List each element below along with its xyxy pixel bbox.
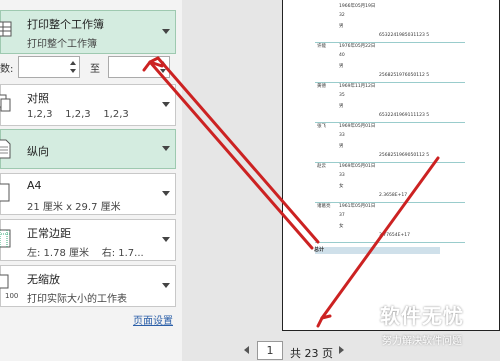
table-row: 32 [283, 13, 499, 23]
next-page-icon[interactable] [339, 346, 344, 354]
table-row: 男 [283, 23, 499, 33]
table-row: 男 [283, 63, 499, 73]
table-row: 33 [283, 133, 499, 143]
row-value-cell: 1969年05月01日 [339, 124, 376, 129]
watermark-title: 软件无忧 [380, 304, 464, 328]
table-row: 男 [283, 143, 499, 153]
paper-title: A4 [27, 179, 42, 192]
page-setup-link[interactable]: 页面设置 [133, 312, 173, 327]
table-row: 女 [283, 183, 499, 193]
row-id-cell: 6532241969111123 5 [379, 113, 430, 118]
row-value-cell: 男 [339, 144, 344, 149]
print-preview-page: 1966年05月19日 32 男 6532241985031123 5 许能 1976年0… [282, 0, 500, 331]
collate-subtitle: 1,2,3 1,2,3 1,2,3 [27, 109, 129, 120]
row-name-cell: 黄德 [317, 84, 326, 89]
row-value-cell: 女 [339, 224, 344, 229]
chevron-down-icon [162, 102, 170, 107]
chevron-down-icon [162, 237, 170, 242]
spin-down-icon[interactable] [160, 69, 166, 73]
row-separator [315, 242, 465, 243]
pages-from-label: 数: [0, 64, 14, 75]
row-name-cell: 张飞 [317, 124, 326, 129]
table-row: 张飞 1969年05月01日 [283, 123, 499, 133]
table-row: 赵云 1969年05月01日 [283, 163, 499, 173]
table-row: 男 [283, 103, 499, 113]
current-page-input[interactable]: 1 [257, 341, 283, 360]
row-value-cell: 男 [339, 24, 344, 29]
workbook-icon [0, 21, 12, 37]
portrait-page-icon [0, 139, 11, 159]
row-value-cell: 37 [339, 213, 345, 218]
row-value-cell: 1969年05月01日 [339, 164, 376, 169]
table-row: 33 [283, 173, 499, 183]
pages-from-input[interactable] [18, 56, 80, 78]
chevron-down-icon [162, 191, 170, 196]
print-what-dropdown[interactable]: 打印整个工作簿 打印整个工作簿 [0, 10, 176, 54]
scaling-title: 无缩放 [27, 273, 60, 286]
table-row: 黄德 1969年11月12日 [283, 83, 499, 93]
prev-page-icon[interactable] [244, 346, 249, 354]
margins-subtitle: 左: 1.78 厘米 右: 1.7... [27, 248, 144, 259]
row-value-cell: 32 [339, 13, 345, 18]
margins-icon [0, 229, 11, 248]
row-value-cell: 男 [339, 64, 344, 69]
margins-dropdown[interactable]: 正常边距 左: 1.78 厘米 右: 1.7... [0, 219, 176, 261]
spin-up-icon[interactable] [70, 61, 76, 65]
total-pages-label: 共 23 页 [290, 347, 333, 360]
spin-up-icon[interactable] [160, 61, 166, 65]
orientation-title: 纵向 [27, 145, 49, 158]
chevron-down-icon [162, 29, 170, 34]
row-value-cell: 女 [339, 184, 344, 189]
row-id-cell: 3.77654E+17 [379, 233, 410, 238]
table-row: 诸葛亮 1961年05月01日 [283, 203, 499, 213]
row-value-cell: 35 [339, 93, 345, 98]
print-what-title: 打印整个工作簿 [27, 18, 104, 31]
paper-subtitle: 21 厘米 x 29.7 厘米 [27, 202, 121, 213]
watermark-subtitle: 努力解决软件问题 [382, 336, 462, 347]
row-value-cell: 33 [339, 133, 345, 138]
row-name-cell: 许能 [317, 44, 326, 49]
spin-down-icon[interactable] [70, 69, 76, 73]
print-what-subtitle: 打印整个工作簿 [27, 39, 97, 50]
print-settings-panel: 打印整个工作簿 打印整个工作簿 数: 至 对照 1,2,3 1,2,3 1,2,… [0, 0, 182, 361]
row-value-cell: 男 [339, 104, 344, 109]
row-value-cell: 33 [339, 173, 345, 178]
orientation-dropdown[interactable]: 纵向 [0, 129, 176, 169]
row-value-cell: 1961年05月01日 [339, 204, 376, 209]
total-row: 总计 [314, 247, 440, 254]
watermark-logo: 软件无忧 努力解决软件问题 [378, 298, 500, 361]
scaling-subtitle: 打印实际大小的工作表 [27, 294, 127, 305]
pages-to-label: 至 [90, 64, 100, 75]
row-id-cell: 2568251976050112 5 [379, 73, 430, 78]
table-row: 40 [283, 53, 499, 63]
chevron-down-icon [162, 146, 170, 151]
paper-icon [0, 183, 10, 202]
row-id-cell: 2568251969050112 5 [379, 153, 430, 158]
total-label: 总计 [314, 247, 325, 253]
row-value-cell: 1969年11月12日 [339, 84, 376, 89]
scaling-dropdown[interactable]: 100 无缩放 打印实际大小的工作表 [0, 265, 176, 307]
row-value-cell: 40 [339, 53, 345, 58]
row-name-cell: 诸葛亮 [317, 204, 331, 209]
table-row: 女 [283, 223, 499, 233]
table-row: 37 [283, 213, 499, 223]
table-row: 35 [283, 93, 499, 103]
row-id-cell: 6532241985031123 5 [379, 33, 430, 38]
table-row: 1966年05月19日 [283, 3, 499, 13]
paper-size-dropdown[interactable]: A4 21 厘米 x 29.7 厘米 [0, 173, 176, 215]
collate-dropdown[interactable]: 对照 1,2,3 1,2,3 1,2,3 [0, 84, 176, 126]
scaling-icon-text: 100 [5, 292, 19, 300]
row-name-cell: 赵云 [317, 164, 326, 169]
collate-icon [0, 94, 11, 112]
margins-title: 正常边距 [27, 227, 71, 240]
table-row: 许能 1976年05月22日 [283, 43, 499, 53]
chevron-down-icon [162, 283, 170, 288]
row-value-cell: 1976年05月22日 [339, 44, 376, 49]
pages-to-input[interactable] [108, 56, 170, 78]
row-id-cell: 2.3658E+17 [379, 193, 408, 198]
row-value-cell: 1966年05月19日 [339, 4, 376, 9]
collate-title: 对照 [27, 92, 49, 105]
